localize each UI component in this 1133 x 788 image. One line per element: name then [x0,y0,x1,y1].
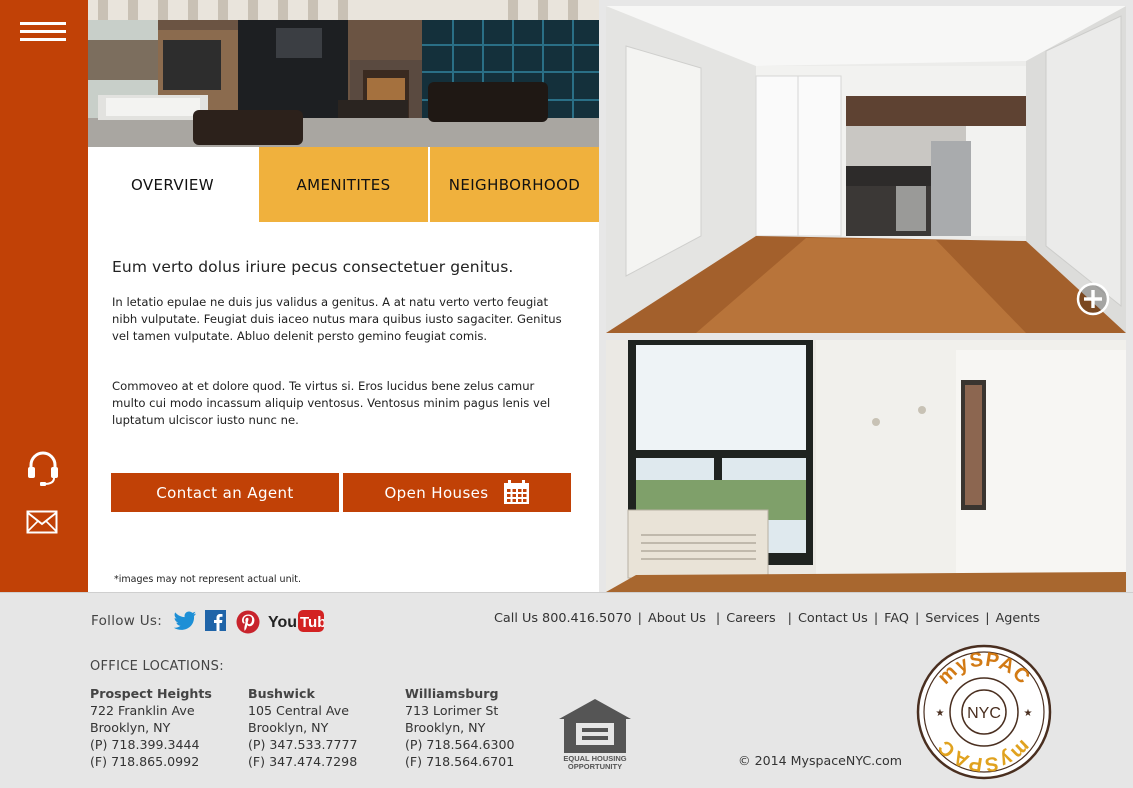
office-city: Brooklyn, NY [90,720,171,735]
office-city: Brooklyn, NY [405,720,486,735]
footer-link-services[interactable]: Services [925,611,979,626]
open-houses-label: Open Houses [384,483,489,502]
office-locations-title: OFFICE LOCATIONS: [90,659,224,674]
left-rail [0,0,88,592]
pinterest-icon[interactable] [236,610,260,634]
footer-link-about[interactable]: About Us [648,611,706,626]
office-street: 713 Lorimer St [405,703,499,718]
tab-amenities[interactable]: AMENITITES [259,147,428,222]
office-williamsburg: Williamsburg 713 Lorimer St Brooklyn, NY… [405,685,515,770]
tab-overview[interactable]: OVERVIEW [88,147,257,222]
office-street: 722 Franklin Ave [90,703,195,718]
headset-icon[interactable] [26,450,60,486]
office-phone[interactable]: (P) 718.399.3444 [90,736,212,753]
svg-text:NYC: NYC [967,705,1001,722]
svg-text:★: ★ [936,708,945,719]
disclaimer-text: *images may not represent actual unit. [114,574,301,585]
svg-text:★: ★ [1024,708,1033,719]
office-phone[interactable]: (P) 718.564.6300 [405,736,515,753]
apartment-photo-bedroom[interactable] [606,340,1126,592]
footer-nav: Call Us 800.416.5070 | About Us | Careers | Co… [494,611,1041,626]
office-fax: (F) 718.564.6701 [405,754,515,769]
open-houses-button[interactable]: Open Houses [343,473,571,512]
twitter-icon[interactable] [173,610,197,632]
office-fax: (F) 718.865.0992 [90,754,200,769]
office-phone[interactable]: (P) 347.533.7777 [248,736,358,753]
office-name: Prospect Heights [90,686,212,701]
myspace-nyc-seal-logo: mySPAC mySPAC NYC ★ ★ [916,644,1052,780]
office-name: Williamsburg [405,686,499,701]
facebook-icon[interactable] [205,610,226,631]
office-city: Brooklyn, NY [248,720,329,735]
office-prospect-heights: Prospect Heights 722 Franklin Ave Brookl… [90,685,212,770]
apartment-photo-kitchen[interactable] [606,6,1126,333]
follow-us-label: Follow Us: [91,613,163,629]
overview-paragraph: In letatio epulae ne duis jus validus a … [112,295,562,343]
contact-agent-button[interactable]: Contact an Agent [111,473,339,512]
page: OVERVIEW AMENITITES NEIGHBORHOOD Eum ver… [0,0,1133,788]
contact-agent-label: Contact an Agent [156,483,294,502]
footer-link-faq[interactable]: FAQ [884,611,909,626]
tab-neighborhood[interactable]: NEIGHBORHOOD [430,147,599,222]
footer-link-careers[interactable]: Careers [726,611,775,626]
svg-text:Tube: Tube [300,614,324,631]
overview-panel: Eum verto dolus iriure pecus consectetue… [88,222,599,592]
plus-circle-icon[interactable] [1076,282,1110,316]
footer-link-contact[interactable]: Contact Us [798,611,868,626]
equal-housing-logo: EQUAL HOUSING OPPORTUNITY [559,699,631,771]
office-name: Bushwick [248,686,315,701]
overview-headline: Eum verto dolus iriure pecus consectetue… [112,258,514,276]
office-street: 105 Central Ave [248,703,349,718]
tab-bar: OVERVIEW AMENITITES NEIGHBORHOOD [88,147,599,222]
svg-text:OPPORTUNITY: OPPORTUNITY [568,762,622,771]
footer-link-call[interactable]: Call Us 800.416.5070 [494,611,632,626]
hamburger-menu-icon[interactable] [20,22,66,44]
envelope-icon[interactable] [26,510,58,534]
footer-link-agents[interactable]: Agents [996,611,1041,626]
copyright-text: © 2014 MyspaceNYC.com [738,753,903,768]
calendar-icon [503,480,529,504]
office-fax: (F) 347.474.7298 [248,754,358,769]
office-bushwick: Bushwick 105 Central Ave Brooklyn, NY (P… [248,685,358,770]
svg-text:You: You [268,614,297,631]
overview-paragraph: Commoveo at et dolore quod. Te virtus si… [112,379,551,427]
youtube-icon[interactable]: You Tube [268,609,324,633]
footer: Follow Us: You Tube Call Us 800.416.5070… [0,592,1133,788]
lounge-photo [88,0,599,147]
